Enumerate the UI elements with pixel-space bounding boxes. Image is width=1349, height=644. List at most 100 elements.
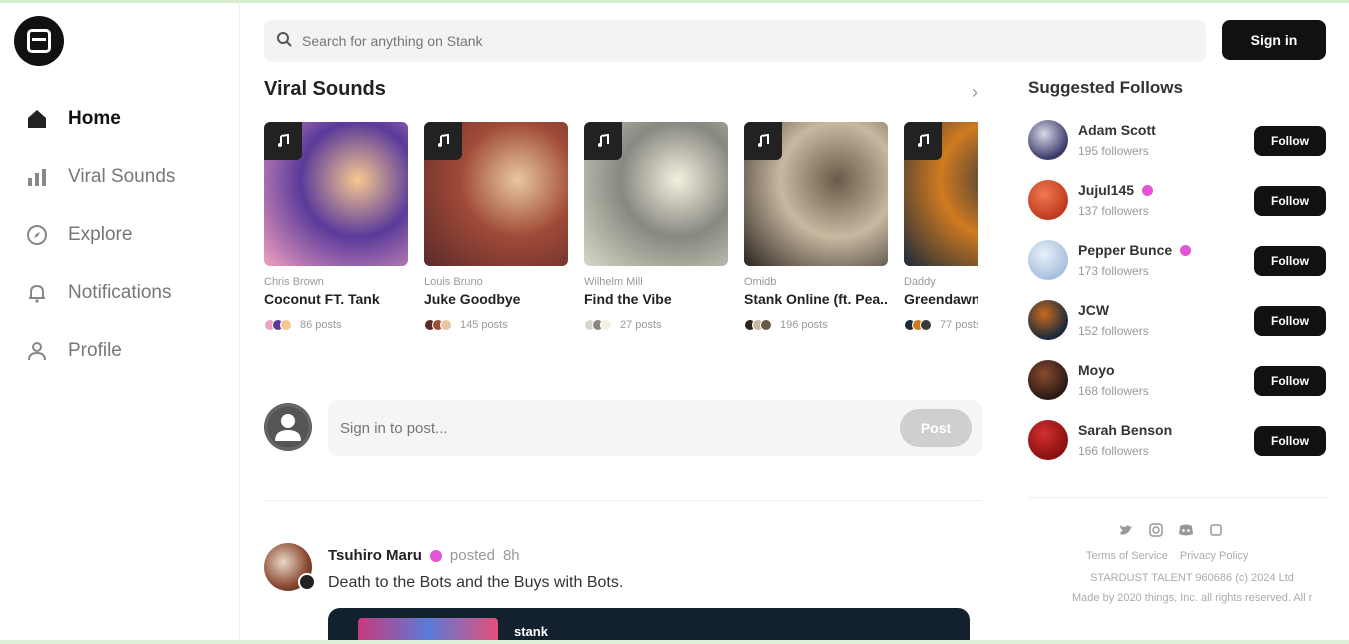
- suggested-follows-list: Adam Scott 195 followers Follow Jujul145…: [1028, 114, 1328, 474]
- search-bar[interactable]: [264, 20, 1206, 62]
- sidebar-item-explore[interactable]: Explore: [22, 206, 175, 264]
- chart-icon: [22, 162, 52, 192]
- chevron-right-icon[interactable]: ›: [972, 82, 978, 103]
- sound-artist: Chris Brown: [264, 276, 324, 288]
- default-user-icon: [264, 403, 312, 451]
- bottom-accent-line: [0, 640, 1349, 644]
- footer-links: Terms of Service Privacy Policy: [1086, 550, 1260, 562]
- search-icon: [276, 31, 292, 52]
- sidebar-item-home[interactable]: Home: [22, 90, 175, 148]
- poster-avatars: [904, 319, 932, 331]
- suggested-user-followers: 195 followers: [1078, 144, 1149, 158]
- instagram-icon[interactable]: [1146, 520, 1166, 540]
- sound-post-count: 145 posts: [460, 319, 508, 331]
- avatar[interactable]: [1028, 240, 1068, 280]
- music-note-icon: [904, 122, 942, 160]
- sound-title: Coconut FT. Tank: [264, 291, 380, 307]
- sidebar-item-notifications[interactable]: Notifications: [22, 264, 175, 322]
- sidebar-item-label: Notifications: [68, 282, 172, 303]
- sound-card[interactable]: Wilhelm Mill Find the Vibe 27 posts: [584, 122, 728, 331]
- sound-artist: Daddy: [904, 276, 936, 288]
- post-composer[interactable]: [328, 400, 982, 456]
- avatar[interactable]: [1028, 180, 1068, 220]
- privacy-link[interactable]: Privacy Policy: [1180, 550, 1248, 562]
- suggested-user-name-text: Sarah Benson: [1078, 422, 1173, 438]
- poster-avatars: [264, 319, 292, 331]
- suggested-user-name[interactable]: JCW: [1078, 302, 1109, 318]
- logo-mark-icon: [27, 29, 51, 53]
- suggested-user: Moyo 168 followers Follow: [1028, 354, 1328, 414]
- sound-post-count: 77 posts: [940, 319, 978, 331]
- sound-title: Juke Goodbye: [424, 291, 521, 307]
- sound-card[interactable]: Chris Brown Coconut FT. Tank 86 posts: [264, 122, 408, 331]
- follow-button[interactable]: Follow: [1254, 426, 1326, 456]
- suggested-user-name[interactable]: Pepper Bunce: [1078, 242, 1192, 258]
- avatar-badge: [298, 573, 316, 591]
- suggested-user-name-text: Moyo: [1078, 362, 1115, 378]
- music-note-icon: [584, 122, 622, 160]
- footer-copyright: STARDUST TALENT 960686 (c) 2024 Ltd: [1090, 572, 1294, 584]
- post-button[interactable]: Post: [900, 409, 972, 447]
- suggested-user-name-text: Jujul145: [1078, 182, 1135, 198]
- post-input[interactable]: [340, 419, 880, 437]
- sign-in-button[interactable]: Sign in: [1222, 20, 1326, 60]
- sidebar-item-label: Profile: [68, 340, 122, 361]
- poster-avatars: [424, 319, 452, 331]
- sound-card[interactable]: Daddy Greendawn 77 posts: [904, 122, 978, 331]
- suggested-user-name-text: Pepper Bunce: [1078, 242, 1173, 258]
- avatar: [280, 319, 292, 331]
- discord-icon[interactable]: [1176, 520, 1196, 540]
- poster-avatars: [584, 319, 612, 331]
- avatar[interactable]: [1028, 420, 1068, 460]
- sidebar-item-label: Home: [68, 108, 121, 129]
- suggested-user-followers: 168 followers: [1078, 384, 1149, 398]
- suggested-user-name[interactable]: Adam Scott: [1078, 122, 1156, 138]
- sound-card[interactable]: Omidb Stank Online (ft. Pea... 196 posts: [744, 122, 888, 331]
- post-media-label: stank: [514, 624, 548, 639]
- search-input[interactable]: [302, 33, 1182, 49]
- suggested-follows-heading: Suggested Follows: [1028, 78, 1183, 97]
- sound-meta: 196 posts: [744, 319, 888, 331]
- suggested-user-followers: 166 followers: [1078, 444, 1149, 458]
- poster-avatars: [744, 319, 772, 331]
- viral-sounds-heading: Viral Sounds: [264, 78, 386, 100]
- suggested-user-name[interactable]: Jujul145: [1078, 182, 1154, 198]
- sound-cover: [264, 122, 408, 266]
- terms-link[interactable]: Terms of Service: [1086, 550, 1168, 562]
- suggested-user-followers: 152 followers: [1078, 324, 1149, 338]
- suggested-user: Pepper Bunce 173 followers Follow: [1028, 234, 1328, 294]
- app-logo[interactable]: [14, 16, 64, 66]
- sidebar-item-profile[interactable]: Profile: [22, 322, 175, 380]
- sidebar-divider: [1028, 497, 1328, 498]
- post-username[interactable]: Tsuhiro Maru: [328, 547, 422, 564]
- sound-artist: Wilhelm Mill: [584, 276, 643, 288]
- follow-button[interactable]: Follow: [1254, 246, 1326, 276]
- sound-card[interactable]: Louis Bruno Juke Goodbye 145 posts: [424, 122, 568, 331]
- post-header: Tsuhiro Maru posted 8h: [328, 547, 520, 564]
- post-text: Death to the Bots and the Buys with Bots…: [328, 574, 624, 591]
- avatar[interactable]: [1028, 300, 1068, 340]
- compass-icon: [22, 220, 52, 250]
- sidebar-item-viral-sounds[interactable]: Viral Sounds: [22, 148, 175, 206]
- avatar: [760, 319, 772, 331]
- avatar: [920, 319, 932, 331]
- suggested-user: JCW 152 followers Follow: [1028, 294, 1328, 354]
- verified-icon: [1180, 244, 1192, 256]
- sound-title: Stank Online (ft. Pea...: [744, 291, 888, 307]
- sound-post-count: 27 posts: [620, 319, 662, 331]
- tiktok-icon[interactable]: [1206, 520, 1226, 540]
- follow-button[interactable]: Follow: [1254, 126, 1326, 156]
- suggested-user-name[interactable]: Sarah Benson: [1078, 422, 1172, 438]
- avatar[interactable]: [1028, 120, 1068, 160]
- post-media-card[interactable]: stank: [328, 608, 970, 644]
- sound-post-count: 196 posts: [780, 319, 828, 331]
- twitter-icon[interactable]: [1116, 520, 1136, 540]
- suggested-user: Adam Scott 195 followers Follow: [1028, 114, 1328, 174]
- follow-button[interactable]: Follow: [1254, 186, 1326, 216]
- follow-button[interactable]: Follow: [1254, 306, 1326, 336]
- follow-button[interactable]: Follow: [1254, 366, 1326, 396]
- sound-artist: Omidb: [744, 276, 777, 288]
- sound-title: Greendawn: [904, 291, 978, 307]
- avatar[interactable]: [1028, 360, 1068, 400]
- suggested-user-name[interactable]: Moyo: [1078, 362, 1115, 378]
